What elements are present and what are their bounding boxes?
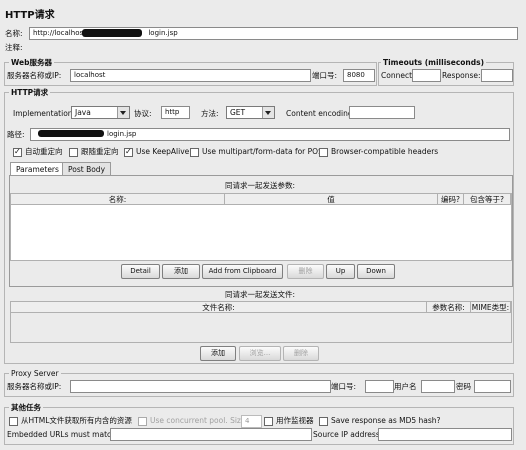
checkbox-icon <box>319 417 328 426</box>
delete-file-button[interactable]: 删除 <box>283 346 319 361</box>
proxy-password-field[interactable] <box>474 380 511 393</box>
add-param-button[interactable]: 添加 <box>162 264 200 279</box>
source-ip-label: Source IP address: <box>313 430 383 439</box>
server-field[interactable]: localhost <box>70 69 311 82</box>
params-table[interactable]: 名称: 值 编码? 包含等于? <box>10 193 512 261</box>
encoding-field[interactable] <box>349 106 415 119</box>
timeouts-legend: Timeouts (milliseconds) <box>381 58 487 67</box>
concurrent-pool-checkbox[interactable]: Use concurrent pool. Size: <box>138 415 248 426</box>
column-header-value[interactable]: 值 <box>225 194 438 205</box>
embedded-urls-label: Embedded URLs must match: <box>7 430 119 439</box>
name-value-tail: login.jsp <box>148 29 178 37</box>
browser-headers-label: Browser-compatible headers <box>331 147 439 156</box>
params-caption: 同请求一起发送参数: <box>224 181 296 190</box>
multipart-checkbox[interactable]: Use multipart/form-data for POST <box>190 146 327 157</box>
proxy-password-label: 密码 <box>456 382 471 391</box>
implementation-value: Java <box>75 108 91 117</box>
files-table[interactable]: 文件名称: 参数名称: MIME类型: <box>10 301 512 343</box>
proxy-port-field[interactable] <box>365 380 394 393</box>
tab-post-body[interactable]: Post Body <box>62 162 112 176</box>
source-ip-field[interactable] <box>378 428 512 441</box>
concurrent-pool-label: Use concurrent pool. Size: <box>150 416 249 425</box>
page-title: HTTP请求 <box>5 10 55 21</box>
proxy-server-field[interactable] <box>70 380 331 393</box>
redaction-mark <box>82 29 142 37</box>
comment-field[interactable] <box>27 41 518 54</box>
multipart-label: Use multipart/form-data for POST <box>202 147 328 156</box>
path-label: 路径: <box>7 130 25 139</box>
md5-label: Save response as MD5 hash? <box>331 416 441 425</box>
proxy-server-label: 服务器名称或IP: <box>7 382 62 391</box>
implementation-label: Implementation: <box>13 109 76 118</box>
column-header-param-name[interactable]: 参数名称: <box>427 302 471 313</box>
column-header-name[interactable]: 名称: <box>11 194 225 205</box>
browser-headers-checkbox[interactable]: Browser-compatible headers <box>319 146 438 157</box>
checkbox-icon <box>69 148 78 157</box>
checkbox-icon <box>264 417 273 426</box>
column-header-file-name[interactable]: 文件名称: <box>11 302 427 313</box>
detail-button[interactable]: Detail <box>121 264 160 279</box>
checkbox-checked-icon <box>13 146 22 157</box>
auto-redirect-checkbox[interactable]: 自动重定向 <box>13 146 63 157</box>
column-header-encode[interactable]: 编码? <box>438 194 464 205</box>
checkbox-icon <box>319 148 328 157</box>
protocol-label: 协议: <box>134 109 152 118</box>
pool-size-field[interactable]: 4 <box>241 415 262 428</box>
delete-param-button[interactable]: 删除 <box>287 264 324 279</box>
keepalive-label: Use KeepAlive <box>136 147 190 156</box>
md5-checkbox[interactable]: Save response as MD5 hash? <box>319 415 441 426</box>
proxy-legend: Proxy Server <box>9 369 61 378</box>
retrieve-resources-label: 从HTML文件获取所有内含的资源 <box>21 416 132 425</box>
method-label: 方法: <box>201 109 219 118</box>
name-label: 名称: <box>5 29 23 38</box>
chevron-down-icon <box>262 107 274 118</box>
redaction-mark <box>38 130 104 137</box>
proxy-port-label: 端口号: <box>331 382 357 391</box>
monitor-checkbox[interactable]: 用作监视器 <box>264 415 314 426</box>
keepalive-checkbox[interactable]: Use KeepAlive <box>124 146 189 157</box>
column-header-include-equals[interactable]: 包含等于? <box>464 194 511 205</box>
comment-label: 注释: <box>5 43 23 52</box>
checkbox-icon <box>138 417 147 426</box>
method-select[interactable]: GET <box>226 106 275 119</box>
protocol-field[interactable]: http <box>161 106 190 119</box>
embedded-urls-field[interactable] <box>110 428 312 441</box>
monitor-label: 用作监视器 <box>276 416 314 425</box>
server-label: 服务器名称或IP: <box>7 71 62 80</box>
http-request-legend: HTTP请求 <box>9 88 51 97</box>
files-caption: 同请求一起发送文件: <box>224 290 296 299</box>
web-server-legend: Web服务器 <box>9 58 54 67</box>
checkbox-icon <box>190 148 199 157</box>
tab-parameters[interactable]: Parameters <box>10 162 65 176</box>
port-label: 端口号: <box>312 71 338 80</box>
response-field[interactable] <box>481 69 513 82</box>
browse-file-button[interactable]: 浏览... <box>239 346 281 361</box>
retrieve-resources-checkbox[interactable]: 从HTML文件获取所有内含的资源 <box>9 415 132 426</box>
connect-field[interactable] <box>412 69 441 82</box>
response-label: Response: <box>442 71 481 80</box>
add-file-button[interactable]: 添加 <box>200 346 236 361</box>
follow-redirect-label: 跟随重定向 <box>81 147 119 156</box>
column-header-mime-type[interactable]: MIME类型: <box>471 302 511 313</box>
proxy-user-label: 用户名 <box>394 382 417 391</box>
move-down-button[interactable]: Down <box>357 264 395 279</box>
checkbox-checked-icon <box>124 146 133 157</box>
encoding-label: Content encoding: <box>286 109 356 118</box>
move-up-button[interactable]: Up <box>326 264 355 279</box>
auto-redirect-label: 自动重定向 <box>25 147 63 156</box>
checkbox-icon <box>9 417 18 426</box>
name-value: http://localhost <box>33 29 86 37</box>
follow-redirect-checkbox[interactable]: 跟随重定向 <box>69 146 119 157</box>
other-tasks-legend: 其他任务 <box>9 403 43 412</box>
connect-label: Connect: <box>381 71 415 80</box>
add-from-clipboard-button[interactable]: Add from Clipboard <box>202 264 283 279</box>
implementation-select[interactable]: Java <box>71 106 130 119</box>
chevron-down-icon <box>117 107 129 118</box>
port-field[interactable]: 8080 <box>343 69 375 82</box>
method-value: GET <box>230 108 246 117</box>
proxy-user-field[interactable] <box>421 380 455 393</box>
